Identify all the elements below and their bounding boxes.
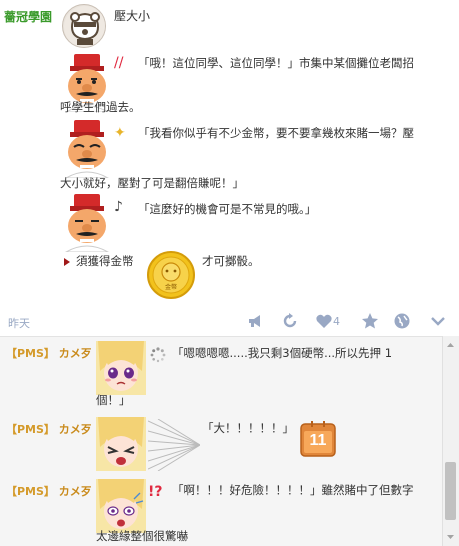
- dice-number: 11: [309, 432, 327, 449]
- commenter-avatar[interactable]: [96, 417, 146, 471]
- scrollbar-thumb[interactable]: [445, 462, 456, 520]
- comment-list: 【PMS】 カメ歹 「嗯嗯嗯嗯.....我只剩3個硬幣...所以先押 1 個！」…: [0, 336, 459, 546]
- post-line: 才可擲骰。: [202, 254, 260, 268]
- scroll-up-arrow-icon[interactable]: [442, 338, 459, 352]
- scroll-down-arrow-icon[interactable]: [442, 530, 459, 544]
- commenter-avatar[interactable]: [96, 341, 146, 395]
- merchant-npc-avatar: [64, 194, 110, 252]
- coin-label: 金幣: [165, 283, 177, 291]
- coin-requirement-label: 須獲得金幣: [76, 254, 134, 268]
- shock-emote-icon: //: [114, 55, 124, 71]
- star-icon[interactable]: [360, 311, 380, 331]
- comment-author[interactable]: 【PMS】 カメ歹: [6, 421, 92, 437]
- post-line: 「這麼好的機會可是不常見的哦。」: [138, 202, 317, 216]
- guild-tag: 【PMS】: [6, 423, 55, 436]
- speed-lines-effect: [148, 419, 200, 471]
- post-line: 呼學生們過去。: [60, 100, 141, 114]
- heart-icon[interactable]: [314, 311, 334, 331]
- music-note-emote-icon: ♪: [114, 199, 123, 215]
- author-name: カメ歹: [58, 423, 92, 436]
- refresh-icon[interactable]: [280, 311, 300, 331]
- comment-author[interactable]: 【PMS】 カメ歹: [6, 345, 92, 361]
- gold-coin-icon: 金幣: [147, 251, 195, 299]
- comment-text: 「啊！！！好危險！！！！」雖然賭中了但數字: [172, 483, 414, 497]
- comment-text: 太邊緣整個很驚嚇: [96, 529, 188, 543]
- like-count: 4: [333, 315, 340, 328]
- megaphone-icon[interactable]: [246, 311, 266, 331]
- author-name: カメ歹: [58, 347, 92, 360]
- comment-text: 「嗯嗯嗯嗯.....我只剩3個硬幣...所以先押 1: [172, 346, 393, 360]
- sparkle-emote-icon: ✦: [114, 125, 126, 141]
- comment-text: 「大！！！！！」: [202, 421, 294, 435]
- merchant-npc-avatar: [64, 120, 110, 178]
- post-meta-bar: 昨天 4: [0, 306, 459, 336]
- post-title: 壓大小: [114, 9, 151, 23]
- globe-icon[interactable]: [392, 311, 412, 331]
- post-line: 「我看你似乎有不少金幣，要不要拿幾枚來賭一場？壓: [138, 126, 414, 140]
- commenter-avatar[interactable]: [96, 479, 146, 533]
- dice-result-badge: 11: [300, 419, 336, 457]
- author-name: カメ歹: [58, 485, 92, 498]
- post-line: 大小就好，壓對了可是翻倍賺呢！」: [60, 176, 244, 190]
- comment-author[interactable]: 【PMS】 カメ歹: [6, 483, 92, 499]
- mascot-icon: [64, 6, 105, 47]
- post-line: 「哦！這位同學、這位同學！」市集中某個攤位老闆招: [138, 56, 414, 70]
- exclaim-emote-icon: !?: [148, 484, 163, 500]
- chevron-down-icon[interactable]: [428, 311, 448, 331]
- comment-text: 個！」: [96, 393, 131, 407]
- post-time: 昨天: [8, 317, 30, 330]
- loading-dots-icon: [150, 347, 166, 363]
- bullet-arrow-icon: [64, 258, 70, 266]
- guild-tag: 【PMS】: [6, 347, 55, 360]
- post-card: 薔冠學園 壓大小 // 「哦！這位同學、這位同學！」市集中某個攤位老闆招 呼學生…: [0, 0, 459, 336]
- club-name-link[interactable]: 薔冠學園: [4, 8, 52, 25]
- guild-tag: 【PMS】: [6, 485, 55, 498]
- club-avatar[interactable]: [62, 4, 106, 48]
